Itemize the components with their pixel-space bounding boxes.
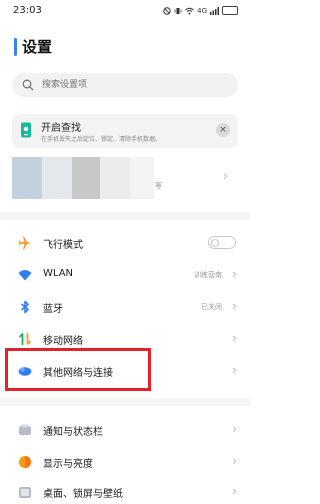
notification-icon — [19, 424, 31, 435]
title-accent-bar — [14, 37, 17, 56]
settings-item-notifications[interactable]: 通知与状态栏 › — [0, 418, 250, 442]
wlan-network-name: 训练营南 — [194, 271, 222, 279]
bluetooth-status: 已关闭 — [201, 303, 222, 311]
account-row[interactable]: 等 › — [12, 157, 242, 199]
vibrate-icon — [174, 7, 182, 14]
search-input[interactable] — [40, 79, 224, 91]
airplane-icon — [18, 236, 32, 250]
status-icons: 4G 93 — [163, 6, 238, 15]
blurred-account-info — [130, 157, 154, 199]
mobile-data-icon — [19, 332, 31, 346]
find-device-subtitle: 在手机丢失之后定位、锁定、清除手机数据。 — [41, 136, 162, 143]
settings-item-wallpaper[interactable]: 桌面、锁屏与壁纸 › — [0, 480, 250, 504]
settings-item-airplane-mode[interactable]: 飞行模式 — [0, 231, 250, 255]
find-device-title: 开启查找 — [41, 123, 81, 134]
chevron-right-icon: › — [232, 422, 237, 436]
blurred-account-info — [72, 157, 100, 199]
chevron-right-icon: › — [232, 454, 237, 468]
chevron-right-icon: › — [232, 331, 237, 345]
chevron-right-icon: › — [223, 169, 228, 183]
settings-item-label: WLAN — [43, 268, 74, 279]
close-icon[interactable]: × — [216, 123, 230, 137]
settings-item-label: 显示与亮度 — [43, 459, 93, 470]
bluetooth-icon — [20, 300, 29, 314]
signal-icon — [210, 6, 219, 15]
wifi-icon — [18, 270, 32, 281]
page-header: 设置 — [14, 36, 52, 57]
wallpaper-icon — [19, 487, 31, 498]
settings-item-label: 移动网络 — [43, 336, 83, 347]
blurred-avatar — [12, 157, 42, 199]
settings-item-wlan[interactable]: WLAN 训练营南 › — [0, 263, 250, 287]
settings-item-display[interactable]: 显示与亮度 › — [0, 450, 250, 474]
chevron-right-icon: › — [232, 484, 237, 498]
search-bar[interactable] — [12, 73, 238, 97]
settings-item-bluetooth[interactable]: 蓝牙 已关闭 › — [0, 295, 250, 319]
page-title: 设置 — [22, 38, 53, 56]
section-divider — [0, 212, 250, 220]
search-icon — [22, 79, 34, 91]
status-time: 23:03 — [13, 5, 42, 16]
account-tail-text: 等 — [155, 182, 162, 190]
find-device-card[interactable]: 开启查找 在手机丢失之后定位、锁定、清除手机数据。 × — [12, 114, 238, 148]
blurred-account-info — [42, 157, 72, 199]
settings-item-label: 飞行模式 — [43, 240, 83, 251]
highlight-box — [5, 348, 151, 391]
airplane-mode-toggle[interactable] — [208, 236, 236, 249]
battery-icon: 93 — [222, 6, 238, 15]
toggle-knob — [211, 238, 219, 247]
blurred-account-info — [100, 157, 130, 199]
settings-item-label: 通知与状态栏 — [43, 427, 103, 438]
chevron-right-icon: › — [232, 267, 237, 281]
battery-level: 93 — [226, 7, 234, 13]
section-divider — [0, 398, 250, 406]
find-phone-icon — [21, 122, 31, 138]
status-bar: 23:03 4G 93 — [0, 0, 250, 22]
do-not-disturb-icon — [163, 6, 171, 15]
settings-item-label: 桌面、锁屏与壁纸 — [43, 489, 123, 500]
network-type-label: 4G — [197, 6, 207, 15]
brightness-icon — [19, 456, 31, 468]
settings-item-label: 蓝牙 — [43, 304, 63, 315]
chevron-right-icon: › — [232, 363, 237, 377]
wifi-status-icon — [185, 7, 194, 14]
chevron-right-icon: › — [232, 299, 237, 313]
